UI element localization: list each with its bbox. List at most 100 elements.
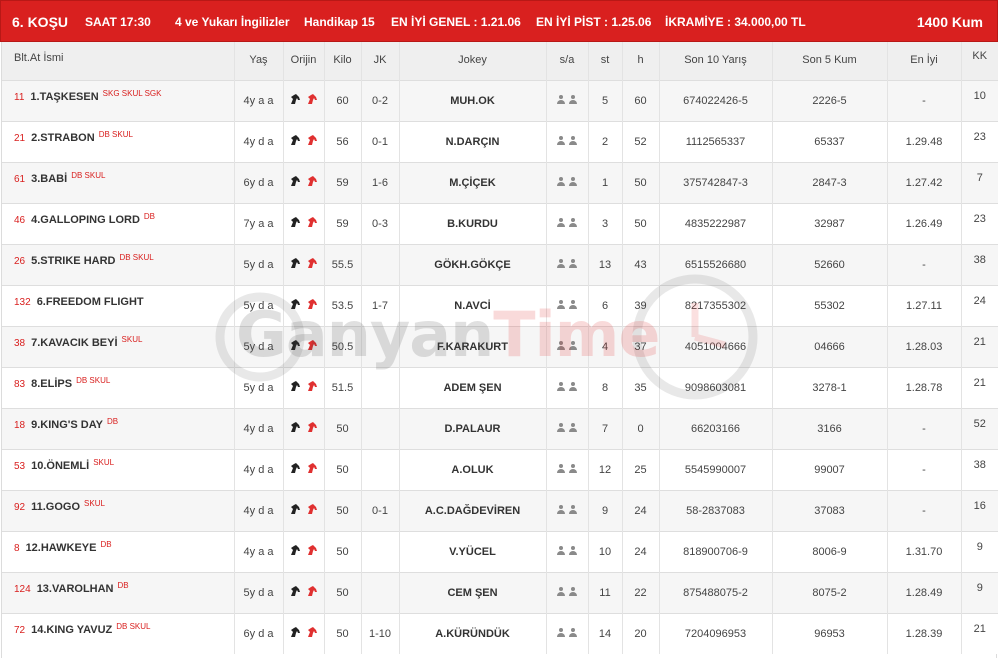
trainer-person-icon[interactable] (569, 504, 577, 514)
owner-person-icon[interactable] (557, 545, 565, 555)
owner-person-icon[interactable] (557, 504, 565, 514)
jockey-name[interactable]: A.KÜRÜNDÜK (435, 628, 510, 640)
black-horse-head-icon[interactable] (289, 585, 301, 597)
trainer-person-icon[interactable] (569, 258, 577, 268)
horse-name[interactable]: 11.GOGO (31, 501, 80, 513)
jockey-name[interactable]: N.DARÇIN (446, 136, 500, 148)
table-row[interactable]: 83 8.ELİPS DB SKUL 5y d a 51.5 ADEM ŞEN 8 … (2, 367, 998, 408)
jockey-name[interactable]: ADEM ŞEN (443, 382, 501, 394)
trainer-person-icon[interactable] (569, 586, 577, 596)
header-last5[interactable]: Son 5 Kum (772, 42, 888, 80)
table-row[interactable]: 72 14.KING YAVUZ DB SKUL 6y d a 50 1-10 A.… (2, 613, 998, 654)
header-best[interactable]: En İyi (887, 42, 962, 80)
header-st[interactable]: st (588, 42, 623, 80)
black-horse-head-icon[interactable] (289, 421, 301, 433)
horse-name[interactable]: 10.ÖNEMLİ (31, 460, 89, 472)
owner-person-icon[interactable] (557, 176, 565, 186)
table-row[interactable]: 61 3.BABİ DB SKUL 6y d a 59 1-6 M.ÇİÇEK 1 … (2, 162, 998, 203)
jockey-name[interactable]: MUH.OK (450, 95, 495, 107)
red-horse-head-icon[interactable] (306, 175, 318, 187)
jockey-name[interactable]: CEM ŞEN (447, 587, 497, 599)
trainer-person-icon[interactable] (569, 422, 577, 432)
trainer-person-icon[interactable] (569, 545, 577, 555)
horse-name[interactable]: 2.STRABON (31, 132, 95, 144)
trainer-person-icon[interactable] (569, 94, 577, 104)
jockey-name[interactable]: F.KARAKURT (437, 341, 508, 353)
header-jk[interactable]: JK (361, 42, 400, 80)
red-horse-head-icon[interactable] (306, 626, 318, 638)
owner-person-icon[interactable] (557, 135, 565, 145)
black-horse-head-icon[interactable] (289, 134, 301, 146)
table-row[interactable]: 18 9.KING'S DAY DB 4y d a 50 D.PALAUR 7 0 … (2, 408, 998, 449)
owner-person-icon[interactable] (557, 258, 565, 268)
horse-name[interactable]: 14.KING YAVUZ (31, 624, 112, 636)
horse-name[interactable]: 5.STRIKE HARD (31, 255, 115, 267)
owner-person-icon[interactable] (557, 217, 565, 227)
black-horse-head-icon[interactable] (289, 257, 301, 269)
owner-person-icon[interactable] (557, 381, 565, 391)
trainer-person-icon[interactable] (569, 217, 577, 227)
black-horse-head-icon[interactable] (289, 503, 301, 515)
trainer-person-icon[interactable] (569, 299, 577, 309)
table-row[interactable]: 132 6.FREEDOM FLIGHT 5y d a 53.5 1-7 N.AV… (2, 285, 998, 326)
red-horse-head-icon[interactable] (306, 503, 318, 515)
red-horse-head-icon[interactable] (306, 216, 318, 228)
red-horse-head-icon[interactable] (306, 339, 318, 351)
table-row[interactable]: 21 2.STRABON DB SKUL 4y d a 56 0-1 N.DARÇI… (2, 121, 998, 162)
table-row[interactable]: 26 5.STRIKE HARD DB SKUL 5y d a 55.5 GÖKH.… (2, 244, 998, 285)
horse-name[interactable]: 1.TAŞKESEN (30, 91, 98, 103)
red-horse-head-icon[interactable] (306, 585, 318, 597)
jockey-name[interactable]: D.PALAUR (444, 423, 500, 435)
black-horse-head-icon[interactable] (289, 175, 301, 187)
black-horse-head-icon[interactable] (289, 93, 301, 105)
black-horse-head-icon[interactable] (289, 462, 301, 474)
trainer-person-icon[interactable] (569, 340, 577, 350)
black-horse-head-icon[interactable] (289, 339, 301, 351)
red-horse-head-icon[interactable] (306, 421, 318, 433)
horse-name[interactable]: 4.GALLOPING LORD (31, 214, 140, 226)
black-horse-head-icon[interactable] (289, 216, 301, 228)
jockey-name[interactable]: V.YÜCEL (449, 546, 496, 558)
header-name[interactable]: Blt.At İsmi (2, 42, 235, 80)
jockey-name[interactable]: B.KURDU (447, 218, 498, 230)
horse-name[interactable]: 8.ELİPS (31, 378, 72, 390)
horse-name[interactable]: 13.VAROLHAN (37, 583, 114, 595)
trainer-person-icon[interactable] (569, 627, 577, 637)
red-horse-head-icon[interactable] (306, 257, 318, 269)
jockey-name[interactable]: A.OLUK (451, 464, 493, 476)
trainer-person-icon[interactable] (569, 381, 577, 391)
table-row[interactable]: 53 10.ÖNEMLİ SKUL 4y d a 50 A.OLUK 12 25 5… (2, 449, 998, 490)
jockey-name[interactable]: M.ÇİÇEK (449, 177, 495, 189)
jockey-name[interactable]: N.AVCİ (454, 300, 490, 312)
black-horse-head-icon[interactable] (289, 380, 301, 392)
owner-person-icon[interactable] (557, 299, 565, 309)
trainer-person-icon[interactable] (569, 176, 577, 186)
red-horse-head-icon[interactable] (306, 544, 318, 556)
header-jockey[interactable]: Jokey (399, 42, 547, 80)
jockey-name[interactable]: A.C.DAĞDEVİREN (425, 505, 520, 517)
table-row[interactable]: 46 4.GALLOPING LORD DB 7y a a 59 0-3 B.KUR… (2, 203, 998, 244)
horse-name[interactable]: 7.KAVACIK BEYİ (31, 337, 117, 349)
owner-person-icon[interactable] (557, 627, 565, 637)
header-origin[interactable]: Orijin (283, 42, 325, 80)
black-horse-head-icon[interactable] (289, 626, 301, 638)
owner-person-icon[interactable] (557, 94, 565, 104)
table-row[interactable]: 124 13.VAROLHAN DB 5y d a 50 CEM ŞEN 11 22… (2, 572, 998, 613)
jockey-name[interactable]: GÖKH.GÖKÇE (434, 259, 510, 271)
header-last10[interactable]: Son 10 Yarış (659, 42, 773, 80)
red-horse-head-icon[interactable] (306, 298, 318, 310)
table-row[interactable]: 11 1.TAŞKESEN SKG SKUL SGK 4y a a 60 0-2 M… (2, 80, 998, 121)
horse-name[interactable]: 9.KING'S DAY (31, 419, 103, 431)
header-h[interactable]: h (622, 42, 660, 80)
owner-person-icon[interactable] (557, 586, 565, 596)
owner-person-icon[interactable] (557, 422, 565, 432)
black-horse-head-icon[interactable] (289, 298, 301, 310)
header-age[interactable]: Yaş (234, 42, 284, 80)
red-horse-head-icon[interactable] (306, 380, 318, 392)
header-weight[interactable]: Kilo (324, 42, 362, 80)
red-horse-head-icon[interactable] (306, 134, 318, 146)
trainer-person-icon[interactable] (569, 463, 577, 473)
header-kk[interactable]: KK (961, 42, 998, 80)
black-horse-head-icon[interactable] (289, 544, 301, 556)
table-row[interactable]: 38 7.KAVACIK BEYİ SKUL 5y d a 50.5 F.KARAK… (2, 326, 998, 367)
